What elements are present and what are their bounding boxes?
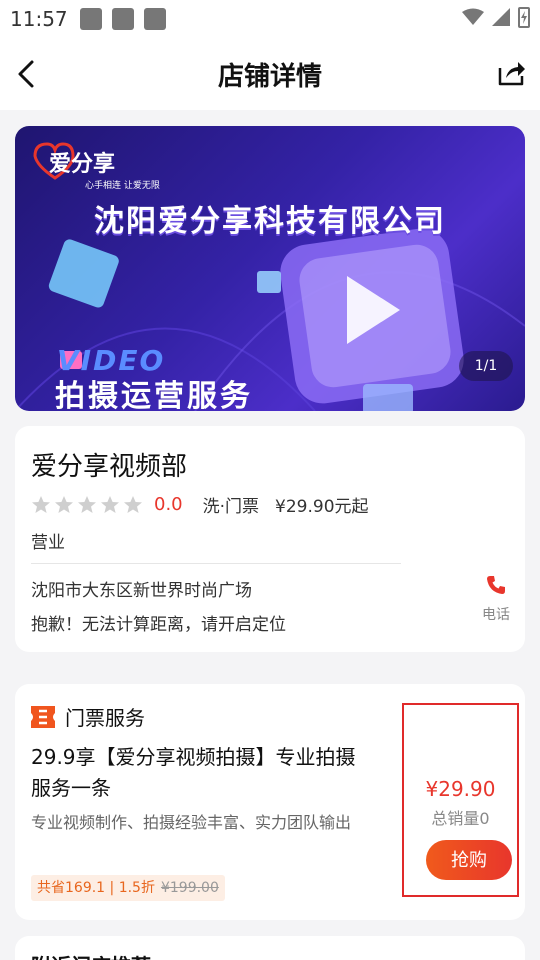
phone-button[interactable]: 电话 [473,574,519,634]
original-price: ¥199.00 [160,880,219,896]
rating-score: 0.0 [154,494,183,515]
ticket-section-title: 门票服务 [65,706,145,730]
buy-button[interactable]: 抢购 [426,840,512,880]
star-icon [55,495,73,513]
banner-title: 沈阳爱分享科技有限公司 [94,204,446,239]
wifi-icon [462,8,484,25]
battery-icon [518,7,530,28]
discount-tag: 共省169.1 | 1.5折 ¥199.00 [31,875,225,901]
store-address[interactable]: 沈阳市大东区新世界时尚广场 [31,576,252,601]
image-notification-icon [112,8,134,30]
divider [31,563,401,564]
store-category-tag: 洗·门票 [202,497,260,517]
product-description: 专业视频制作、拍摄经验丰富、实力团队输出 [31,813,352,832]
banner-logo-text: 爱分享 [49,152,116,177]
discount-text: 共省169.1 | 1.5折 [37,880,155,896]
status-time: 11:57 [10,7,68,31]
banner-logo-slogan: 心手相连 让爱无限 [85,181,160,191]
rating-row: 0.0 洗·门票 ¥29.90元起 [31,492,369,517]
phone-icon [487,576,505,594]
notification-icon [80,8,102,30]
distance-note: 抱歉！无法计算距离，请开启定位 [31,615,286,635]
ticket-icon [31,705,55,728]
app-notification-icon [144,8,166,30]
price-highlight-box: ¥29.90 总销量0 抢购 [402,703,519,897]
star-icon [101,495,119,513]
header-bar: 店铺详情 [0,38,540,110]
nearby-stores-card: 附近门店推荐 [15,936,525,960]
ticket-service-card: 门票服务 29.9享【爱分享视频拍摄】专业拍摄服务一条 专业视频制作、拍摄经验丰… [15,684,525,920]
store-info-card: 爱分享视频部 0.0 洗·门票 ¥29.90元起 营业 沈阳市大东区新世界时尚广… [15,426,525,652]
page-title: 店铺详情 [217,62,322,92]
banner-service-text: 拍摄运营服务 [55,379,253,411]
star-icon [32,495,50,513]
phone-label: 电话 [482,607,510,623]
star-icon [78,495,96,513]
banner-page-indicator: 1/1 [459,351,513,381]
nearby-section-title: 附近门店推荐 [31,950,151,960]
product-price: ¥29.90 [425,777,496,801]
share-icon [498,62,525,86]
store-price-from: ¥29.90元起 [275,497,369,517]
ticket-section-header: 门票服务 [31,702,145,731]
share-button[interactable] [496,58,526,88]
signal-icon [492,8,510,26]
product-title[interactable]: 29.9享【爱分享视频拍摄】专业拍摄服务一条 [31,742,371,804]
business-status: 营业 [31,533,65,553]
status-bar: 11:57 [0,0,540,38]
store-name: 爱分享视频部 [31,452,188,482]
total-sales: 总销量0 [431,809,490,828]
store-banner[interactable]: 爱分享 心手相连 让爱无限 沈阳爱分享科技有限公司 VIDEO 拍摄运营服务 1… [15,126,525,411]
status-icons [462,6,530,28]
star-icon [124,495,142,513]
